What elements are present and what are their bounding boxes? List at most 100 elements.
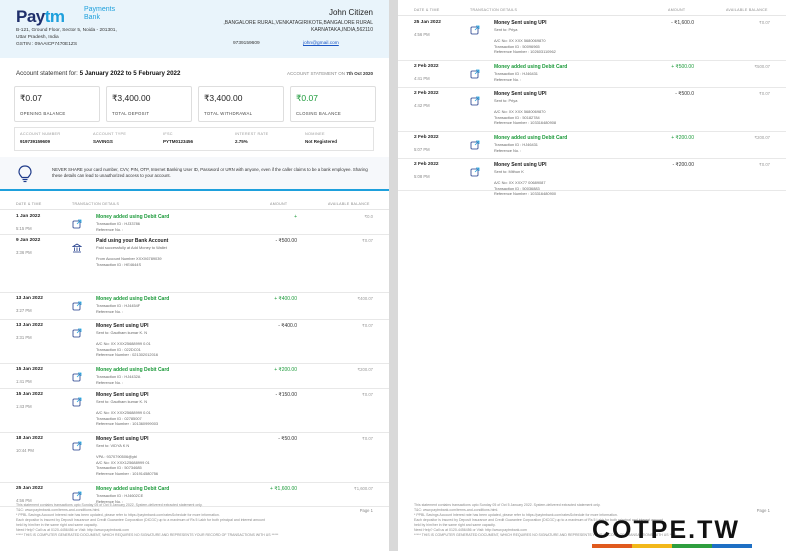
transactions-table-header: DATE & TIME TRANSACTION DETAILS AMOUNT A… — [0, 200, 389, 210]
statement-period: Account statement for: 5 January 2022 to… — [16, 70, 181, 77]
transaction-amount: + ₹200.00 — [274, 367, 297, 373]
transfer-icon — [470, 66, 480, 79]
customer-address: ,BANGALORE RURAL,VENKATAGIRIKOTE,BANGALO… — [223, 20, 373, 33]
transactions-table-header: DATE & TIME TRANSACTION DETAILS AMOUNT A… — [398, 6, 786, 16]
total-deposit-card: ₹3,400.00 TOTAL DEPOSIT — [106, 86, 192, 122]
account-details: ACCOUNT NUMBER 919739159609 ACCOUNT TYPE S… — [14, 127, 374, 151]
security-notice: NEVER SHARE your card number, CVV, PIN, … — [0, 157, 389, 191]
transaction-balance: ₹0.07 — [362, 392, 373, 397]
transaction-time: 10:44 PM — [16, 448, 34, 453]
transaction-row: 2 Feb 2022 4:41 PM Money added using Debit… — [398, 61, 786, 88]
nominee: NOMINEE Not Registered — [305, 132, 338, 144]
transaction-detail: Reference Number : 103316480908 — [494, 120, 557, 126]
security-notice-text: NEVER SHARE your card number, CVV, PIN, … — [52, 167, 368, 178]
transaction-row: 18 Jan 2022 10:44 PM Money Sent using UPI S… — [0, 433, 389, 483]
transaction-time: 4:42 PM — [414, 103, 430, 108]
opening-balance-label: OPENING BALANCE — [20, 111, 66, 116]
transaction-amount: + ₹200.00 — [671, 135, 694, 141]
transaction-date: 13 Jan 2022 — [16, 296, 43, 301]
transfer-icon — [470, 164, 480, 177]
transaction-date: 1 Jan 2022 — [16, 214, 41, 219]
watermark-bar — [632, 544, 672, 548]
transaction-amount: + ₹400.00 — [274, 296, 297, 302]
page-number: Page 1 — [359, 508, 373, 513]
transaction-description: Money Sent using UPI — [96, 392, 149, 398]
transfer-icon — [72, 325, 82, 338]
total-deposit-label: TOTAL DEPOSIT — [112, 111, 150, 116]
total-deposit-amount: ₹3,400.00 — [112, 93, 151, 103]
transaction-detail: Reference No. : — [96, 308, 124, 314]
statement-footer: This statement contains transactions upt… — [16, 503, 316, 538]
watermark-bar — [592, 544, 632, 548]
transaction-detail: Paid successfully at Add Money to Wallet — [96, 245, 167, 250]
transfer-icon — [72, 216, 82, 229]
transaction-amount: - ₹500.0 — [675, 91, 694, 97]
transaction-amount: + ₹1,600.00 — [270, 486, 297, 492]
transaction-balance: ₹200.07 — [754, 135, 770, 140]
closing-balance-label: CLOSING BALANCE — [296, 111, 342, 116]
transaction-description: Money Sent using UPI — [96, 436, 149, 442]
transaction-date: 15 Jan 2022 — [16, 392, 43, 397]
transaction-amount: + ₹500.00 — [671, 64, 694, 70]
transaction-detail: Sent to: Mithun K — [494, 169, 524, 174]
statement-generated-date: ACCOUNT STATEMENT ON 7th Oct 2020 — [287, 71, 373, 76]
transaction-time: 5:15 PM — [16, 226, 32, 231]
transaction-balance: ₹0.07 — [362, 323, 373, 328]
transaction-time: 4:56 PM — [414, 32, 430, 37]
transfer-icon — [470, 137, 480, 150]
transaction-date: 2 Feb 2022 — [414, 91, 439, 96]
transaction-date: 2 Feb 2022 — [414, 135, 439, 140]
transaction-time: 4:41 PM — [414, 76, 430, 81]
summary-cards: ₹0.07 OPENING BALANCE ₹3,400.00 TOTAL DE… — [14, 86, 376, 122]
transaction-time: 3:36 PM — [16, 250, 32, 255]
transaction-time: 3:31 PM — [16, 335, 32, 340]
transaction-detail: Reference No. : — [96, 379, 124, 385]
transaction-detail: Sent to: Priya — [494, 27, 518, 32]
transaction-date: 9 Jan 2022 — [16, 238, 41, 243]
watermark-bar — [712, 544, 752, 548]
transaction-balance: ₹0.07 — [362, 436, 373, 441]
total-withdrawal-label: TOTAL WITHDRAWAL — [204, 111, 253, 116]
transaction-time: 1:43 PM — [16, 404, 32, 409]
transaction-balance: ₹0.07 — [362, 238, 373, 243]
transaction-row: 15 Jan 2022 1:43 PM Money Sent using UPI Se… — [0, 389, 389, 433]
transaction-description: Money Sent using UPI — [96, 323, 149, 329]
transaction-row: 25 Jan 2022 4:56 PM Money Sent using UPI Se… — [398, 17, 786, 61]
bank-icon — [71, 240, 83, 253]
transaction-description: Money added using Debit Card — [96, 486, 170, 492]
transaction-description: Money Sent using UPI — [494, 162, 547, 168]
transaction-detail: Sent to: Gautham kumar K. N — [96, 330, 148, 335]
transaction-row: 2 Feb 2022 4:42 PM Money Sent using UPI Sen… — [398, 88, 786, 132]
transaction-amount: - ₹400.0 — [278, 323, 297, 329]
transaction-time: 5:08 PM — [414, 174, 430, 179]
transaction-row: 2 Feb 2022 5:07 PM Money added using Debit… — [398, 132, 786, 159]
transaction-detail: Reference No. : — [494, 147, 522, 153]
transaction-amount: - ₹1,600.0 — [671, 20, 694, 26]
lightbulb-icon — [18, 165, 32, 183]
transaction-description: Money added using Debit Card — [96, 367, 170, 373]
site-watermark: COTPE.TW — [592, 516, 782, 548]
footer-line: ***** THIS IS COMPUTER GENERATED DOCUMEN… — [16, 533, 279, 537]
transaction-date: 18 Jan 2022 — [16, 436, 43, 441]
customer-email-link[interactable]: john@gmail.com — [303, 41, 339, 46]
transaction-date: 13 Jan 2022 — [16, 323, 43, 328]
transaction-amount: - ₹50.00 — [278, 436, 297, 442]
transaction-row: 2 Feb 2022 5:08 PM Money Sent using UPI Sen… — [398, 159, 786, 196]
transfer-icon — [72, 488, 82, 501]
customer-phone: 9739159609 — [233, 41, 260, 46]
account-type: ACCOUNT TYPE SAVINGS — [93, 132, 127, 144]
opening-balance-card: ₹0.07 OPENING BALANCE — [14, 86, 100, 122]
transfer-icon — [470, 22, 480, 35]
transaction-balance: ₹500.07 — [754, 64, 770, 69]
transaction-detail: Transaction ID : HE4644S — [96, 261, 142, 267]
transaction-description: Money Sent using UPI — [494, 20, 547, 26]
transaction-description: Money added using Debit Card — [494, 64, 568, 70]
transaction-detail: Sent to: VIDYA K N — [96, 443, 130, 448]
transaction-detail: Reference No. : — [96, 226, 124, 232]
transaction-balance: ₹400.07 — [357, 296, 373, 301]
transaction-detail: Sent to: Priya — [494, 98, 518, 103]
transfer-icon — [72, 369, 82, 382]
transaction-balance: ₹1,600.07 — [354, 486, 373, 491]
transfer-icon — [72, 394, 82, 407]
transaction-balance: ₹0.07 — [759, 162, 770, 167]
